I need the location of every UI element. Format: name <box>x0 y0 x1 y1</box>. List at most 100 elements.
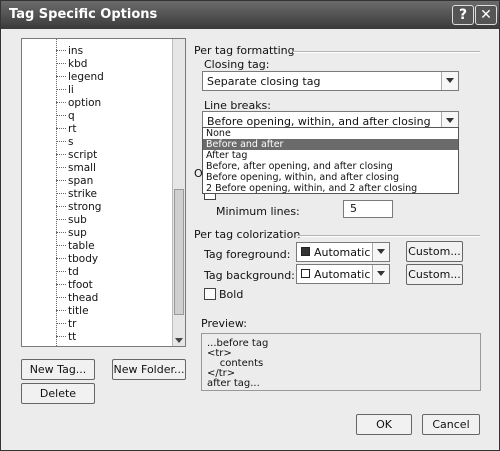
tag-list-item[interactable]: q <box>56 109 75 122</box>
tag-list-item[interactable]: sup <box>56 226 87 239</box>
closing-tag-dropdown-button[interactable] <box>441 72 458 90</box>
tag-list-item-label: small <box>68 161 96 174</box>
tree-connector <box>56 310 66 311</box>
tag-list-item-label: kbd <box>68 57 88 70</box>
tag-list-item-label: table <box>68 239 95 252</box>
tree-connector <box>56 219 66 220</box>
tag-list-item-label: s <box>68 135 74 148</box>
tag-list-item-label: option <box>68 96 102 109</box>
tree-connector <box>56 154 66 155</box>
line-break-option[interactable]: 2 Before opening, within, and 2 after cl… <box>203 183 458 194</box>
tag-list-item-label: script <box>68 148 98 161</box>
tag-list-item-label: thead <box>68 291 99 304</box>
preview-box: ...before tag <tr> contents </tr> after tag… <box>201 333 481 391</box>
chevron-down-icon <box>377 249 385 254</box>
close-button[interactable]: ✕ <box>475 5 497 25</box>
tag-list-item[interactable]: tbody <box>56 252 98 265</box>
chevron-down-icon <box>446 78 454 83</box>
tree-connector <box>56 167 66 168</box>
tag-list-item[interactable]: option <box>56 96 101 109</box>
tag-foreground-dropdown-button[interactable] <box>372 243 389 261</box>
preview-label: Preview: <box>201 317 247 330</box>
tag-list-item-label: tr <box>68 317 77 330</box>
tag-list-item[interactable]: kbd <box>56 57 87 70</box>
delete-button[interactable]: Delete <box>21 383 95 404</box>
scrollbar-thumb[interactable] <box>174 189 184 315</box>
custom-background-button[interactable]: Custom... <box>406 264 463 285</box>
tag-background-select[interactable]: Automatic <box>296 264 390 284</box>
tag-list-item[interactable]: strike <box>56 187 97 200</box>
tree-connector <box>56 323 66 324</box>
tag-list-item-label: rt <box>68 122 77 135</box>
tag-list-item-label: tfoot <box>68 278 93 291</box>
tree-connector <box>56 76 66 77</box>
tag-list-item[interactable]: span <box>56 174 93 187</box>
tree-connector <box>56 258 66 259</box>
tag-background-dropdown-button[interactable] <box>372 265 389 283</box>
cancel-button[interactable]: Cancel <box>422 414 480 435</box>
tag-list-item[interactable]: thead <box>56 291 98 304</box>
tag-list-item-label: sup <box>68 226 87 239</box>
tag-list-item-label: tbody <box>68 252 99 265</box>
tag-foreground-select[interactable]: Automatic <box>296 242 390 262</box>
new-folder-button[interactable]: New Folder... <box>112 359 186 380</box>
line-break-option[interactable]: After tag <box>203 150 458 161</box>
tag-list-item-label: strong <box>68 200 102 213</box>
tag-list-item[interactable]: s <box>56 135 73 148</box>
tag-tree-list[interactable]: ins kbd legend li option q rt s script small span s… <box>21 38 186 347</box>
tree-connector <box>56 141 66 142</box>
tag-list-item[interactable]: rt <box>56 122 76 135</box>
tag-list-item-label: ins <box>68 44 84 57</box>
tag-list-item-label: sub <box>68 213 87 226</box>
foreground-color-swatch <box>301 247 310 256</box>
custom-foreground-button[interactable]: Custom... <box>406 241 463 262</box>
closing-tag-select[interactable]: Separate closing tag <box>202 71 459 91</box>
tag-list-item[interactable]: td <box>56 265 79 278</box>
line-break-option[interactable]: Before and after <box>203 139 458 150</box>
scroll-down-arrow-icon[interactable] <box>175 338 183 343</box>
background-color-swatch <box>301 269 310 278</box>
new-tag-button[interactable]: New Tag... <box>21 359 95 380</box>
bold-label: Bold <box>219 288 244 301</box>
vertical-scrollbar[interactable] <box>172 39 185 346</box>
tag-list-item[interactable]: legend <box>56 70 104 83</box>
closing-tag-value: Separate closing tag <box>207 75 321 88</box>
tag-list-item[interactable]: tfoot <box>56 278 93 291</box>
line-break-option[interactable]: None <box>203 128 458 139</box>
line-break-option[interactable]: Before opening, within, and after closin… <box>203 172 458 183</box>
tree-connector <box>56 245 66 246</box>
minimum-lines-label: Minimum lines: <box>216 205 300 218</box>
tag-list-item[interactable]: script <box>56 148 97 161</box>
tag-list-item[interactable]: small <box>56 161 96 174</box>
minimum-lines-input[interactable]: 5 <box>343 200 393 218</box>
tag-list-item[interactable]: table <box>56 239 95 252</box>
formatting-heading: Per tag formatting <box>194 44 295 57</box>
bold-checkbox[interactable] <box>204 288 216 300</box>
tag-list-item[interactable]: tr <box>56 317 76 330</box>
tag-list-item[interactable]: sub <box>56 213 87 226</box>
colorization-heading: Per tag colorization <box>194 228 301 241</box>
help-button[interactable]: ? <box>452 5 474 25</box>
chevron-down-icon <box>377 271 385 276</box>
tag-list-item[interactable]: strong <box>56 200 101 213</box>
tree-connector <box>56 206 66 207</box>
closing-tag-label: Closing tag: <box>204 58 270 71</box>
tag-list-item-label: q <box>68 109 75 122</box>
tag-list-item[interactable]: li <box>56 83 74 96</box>
tree-connector <box>56 271 66 272</box>
tag-foreground-label: Tag foreground: <box>204 248 291 261</box>
line-break-option[interactable]: Before, after opening, and after closing <box>203 161 458 172</box>
tag-list-item[interactable]: ins <box>56 44 83 57</box>
line-breaks-dropdown-list[interactable]: None Before and after After tag Before, aft… <box>202 127 459 194</box>
tree-connector <box>56 115 66 116</box>
tag-list-item-label: legend <box>68 70 104 83</box>
tag-list-item-label: span <box>68 174 94 187</box>
tree-connector <box>56 128 66 129</box>
ok-button[interactable]: OK <box>356 414 412 435</box>
tag-list-item[interactable]: title <box>56 304 89 317</box>
tag-background-label: Tag background: <box>204 269 295 282</box>
tag-list-item-label: tt <box>68 330 77 343</box>
tree-connector <box>56 297 66 298</box>
tree-connector <box>56 232 66 233</box>
tag-list-item[interactable]: tt <box>56 330 76 343</box>
